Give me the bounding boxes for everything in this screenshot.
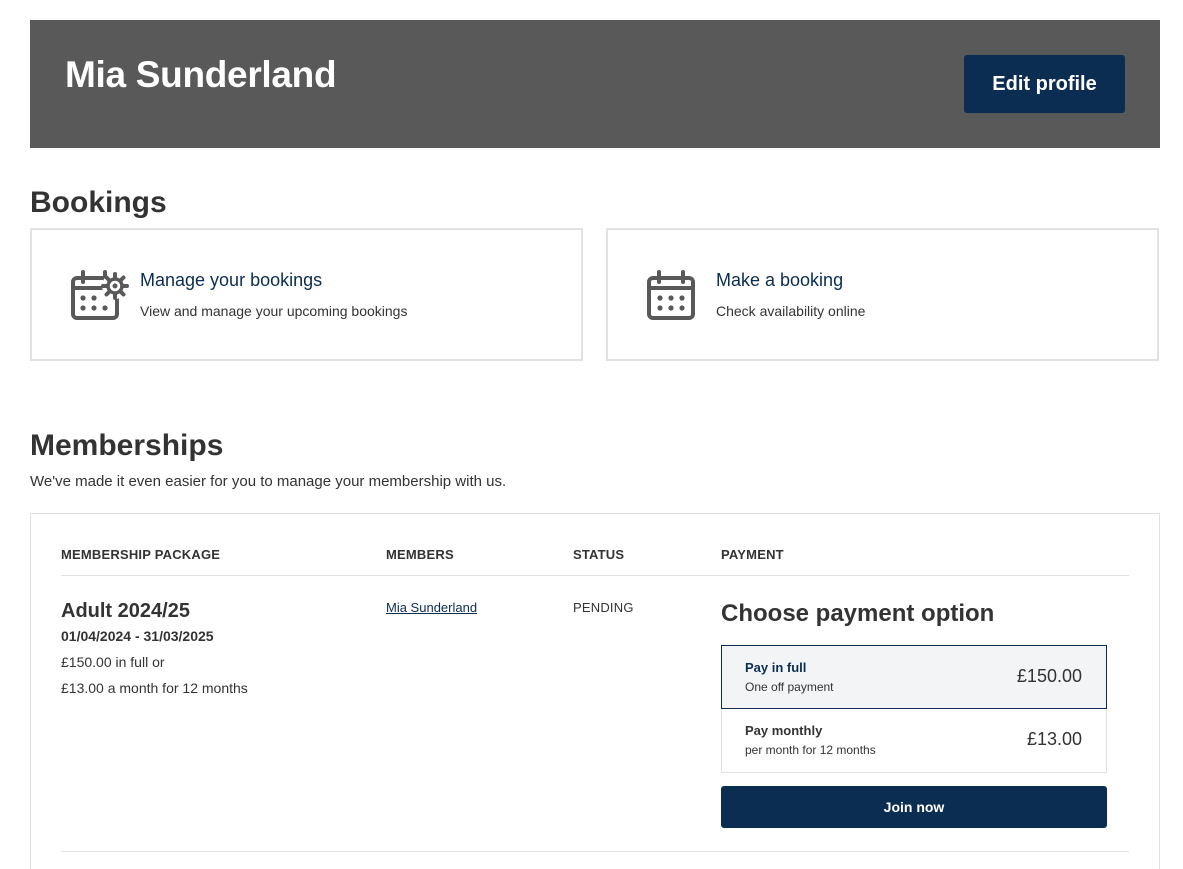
column-header-payment: PAYMENT <box>721 547 784 562</box>
member-link[interactable]: Mia Sunderland <box>386 600 477 615</box>
payment-option-title: Choose payment option <box>721 600 995 627</box>
row-divider <box>61 851 1129 852</box>
header-divider <box>61 575 1129 576</box>
pay-monthly-price: £13.00 <box>1026 729 1082 749</box>
membership-table: MEMBERSHIP PACKAGE MEMBERS STATUS PAYMEN… <box>30 513 1160 869</box>
pay-in-full-option[interactable]: Pay in full One off payment £150.00 <box>721 645 1107 709</box>
profile-name: Mia Sunderland <box>65 54 337 95</box>
pay-monthly-label: Pay monthly <box>745 723 823 738</box>
column-header-status: STATUS <box>573 547 625 562</box>
package-price-monthly: £13.00 a month for 12 months <box>61 680 248 696</box>
manage-bookings-description: View and manage your upcoming bookings <box>140 303 408 319</box>
pay-in-full-price: £150.00 <box>1016 666 1082 686</box>
memberships-intro: We've made it even easier for you to man… <box>30 473 507 490</box>
column-header-package: MEMBERSHIP PACKAGE <box>61 547 221 562</box>
edit-profile-button[interactable]: Edit profile <box>964 55 1125 113</box>
manage-bookings-title: Manage your bookings <box>140 270 323 290</box>
pay-monthly-option[interactable]: Pay monthly per month for 12 months £13.… <box>721 709 1107 773</box>
memberships-heading: Memberships <box>30 429 224 462</box>
join-now-button[interactable]: Join now <box>721 786 1107 828</box>
make-booking-title: Make a booking <box>716 270 844 290</box>
package-name: Adult 2024/25 <box>61 600 190 622</box>
package-dates: 01/04/2024 - 31/03/2025 <box>61 628 214 644</box>
column-header-members: MEMBERS <box>386 547 454 562</box>
status-badge: PENDING <box>573 600 634 615</box>
make-booking-description: Check availability online <box>716 303 866 319</box>
calendar-gear-icon <box>71 270 129 320</box>
make-booking-card[interactable]: Make a booking Check availability online <box>606 228 1159 361</box>
bookings-heading: Bookings <box>30 186 167 219</box>
pay-monthly-sublabel: per month for 12 months <box>745 743 876 757</box>
calendar-icon <box>647 270 695 320</box>
manage-bookings-card[interactable]: Manage your bookings View and manage you… <box>30 228 583 361</box>
pay-in-full-label: Pay in full <box>745 660 807 675</box>
profile-header: Mia Sunderland Edit profile <box>30 20 1160 148</box>
package-price-full: £150.00 in full or <box>61 654 165 670</box>
pay-in-full-sublabel: One off payment <box>745 680 834 694</box>
